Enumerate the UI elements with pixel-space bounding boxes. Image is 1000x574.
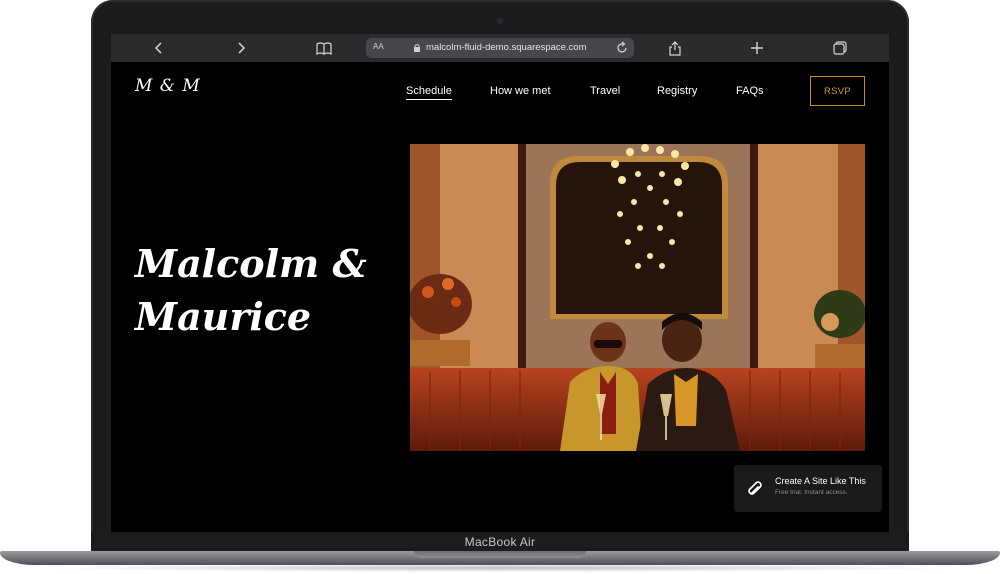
nav-travel[interactable]: Travel xyxy=(590,85,620,97)
nav-registry[interactable]: Registry xyxy=(657,85,697,97)
hero-title: Malcolm & Maurice xyxy=(135,237,395,343)
hero-photo xyxy=(410,144,865,451)
tabs-icon[interactable] xyxy=(826,34,854,62)
camera xyxy=(497,18,503,24)
rsvp-button[interactable]: RSVP xyxy=(810,76,865,106)
lock-icon xyxy=(413,43,421,56)
hero-title-line-1: Malcolm & xyxy=(135,241,367,286)
laptop-shadow xyxy=(40,564,960,572)
url-text[interactable]: malcolm-fluid-demo.squarespace.com xyxy=(426,42,587,53)
nav-how-we-met[interactable]: How we met xyxy=(490,85,551,97)
nav-schedule[interactable]: Schedule xyxy=(406,85,452,100)
text-size-button[interactable]: AA xyxy=(373,42,384,51)
device-label: MacBook Air xyxy=(464,535,536,549)
share-icon[interactable] xyxy=(661,34,689,62)
back-icon[interactable] xyxy=(145,34,173,62)
main-nav: Schedule How we met Travel Registry FAQs xyxy=(111,85,889,100)
squarespace-logo-icon xyxy=(747,480,763,501)
address-bar[interactable]: AA malcolm-fluid-demo.squarespace.com xyxy=(366,38,634,58)
website: M & M Schedule How we met Travel Registr… xyxy=(111,62,889,532)
laptop-screen: AA malcolm-fluid-demo.squarespace.com M … xyxy=(111,34,889,532)
reload-icon[interactable] xyxy=(616,41,628,57)
nav-faqs[interactable]: FAQs xyxy=(736,85,764,97)
reading-list-icon[interactable] xyxy=(310,34,338,62)
new-tab-icon[interactable] xyxy=(743,34,771,62)
hero-title-line-2: Maurice xyxy=(135,294,312,339)
badge-subtitle: Free trial. Instant access. xyxy=(775,489,848,496)
forward-icon[interactable] xyxy=(227,34,255,62)
browser-toolbar: AA malcolm-fluid-demo.squarespace.com xyxy=(111,34,889,62)
badge-title: Create A Site Like This xyxy=(775,476,866,486)
create-site-badge[interactable]: Create A Site Like This Free trial. Inst… xyxy=(734,465,882,512)
laptop-notch xyxy=(414,551,586,558)
laptop-chin: MacBook Air xyxy=(91,532,909,552)
